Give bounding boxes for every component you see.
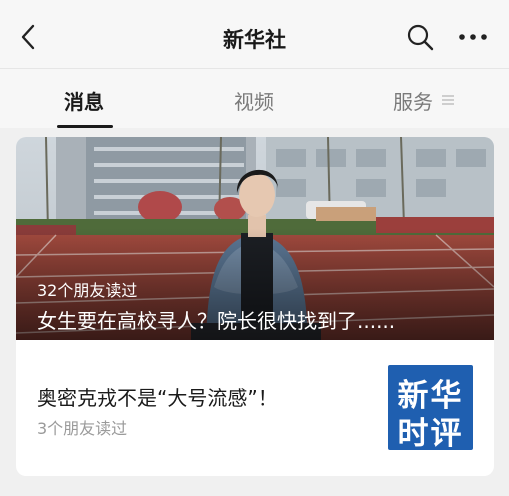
tab-videos[interactable]: 视频 xyxy=(234,86,274,115)
featured-title: 女生要在高校寻人？院长很快找到了...... xyxy=(37,309,396,333)
news-card: 32个朋友读过 女生要在高校寻人？院长很快找到了...... 奥密克戎不是“大号… xyxy=(16,137,494,476)
article-thumbnail: 新华 时评 xyxy=(388,365,473,452)
menu-lines-icon xyxy=(442,95,454,105)
article-title: 奥密克戎不是“大号流感”！ xyxy=(37,386,278,410)
tab-services[interactable]: 服务 xyxy=(393,86,433,115)
tab-bar: 消息 视频 服务 xyxy=(0,68,509,128)
more-dots-icon[interactable] xyxy=(457,22,489,52)
active-tab-indicator xyxy=(57,125,113,128)
article-readers: 3个朋友读过 xyxy=(37,419,128,438)
top-bar: 新华社 xyxy=(0,0,509,68)
tab-messages[interactable]: 消息 xyxy=(64,86,104,115)
search-icon[interactable] xyxy=(405,22,435,52)
featured-article[interactable]: 32个朋友读过 女生要在高校寻人？院长很快找到了...... xyxy=(16,137,494,340)
thumbnail-line-2: 时评 xyxy=(397,416,464,452)
featured-readers: 32个朋友读过 xyxy=(37,281,138,300)
